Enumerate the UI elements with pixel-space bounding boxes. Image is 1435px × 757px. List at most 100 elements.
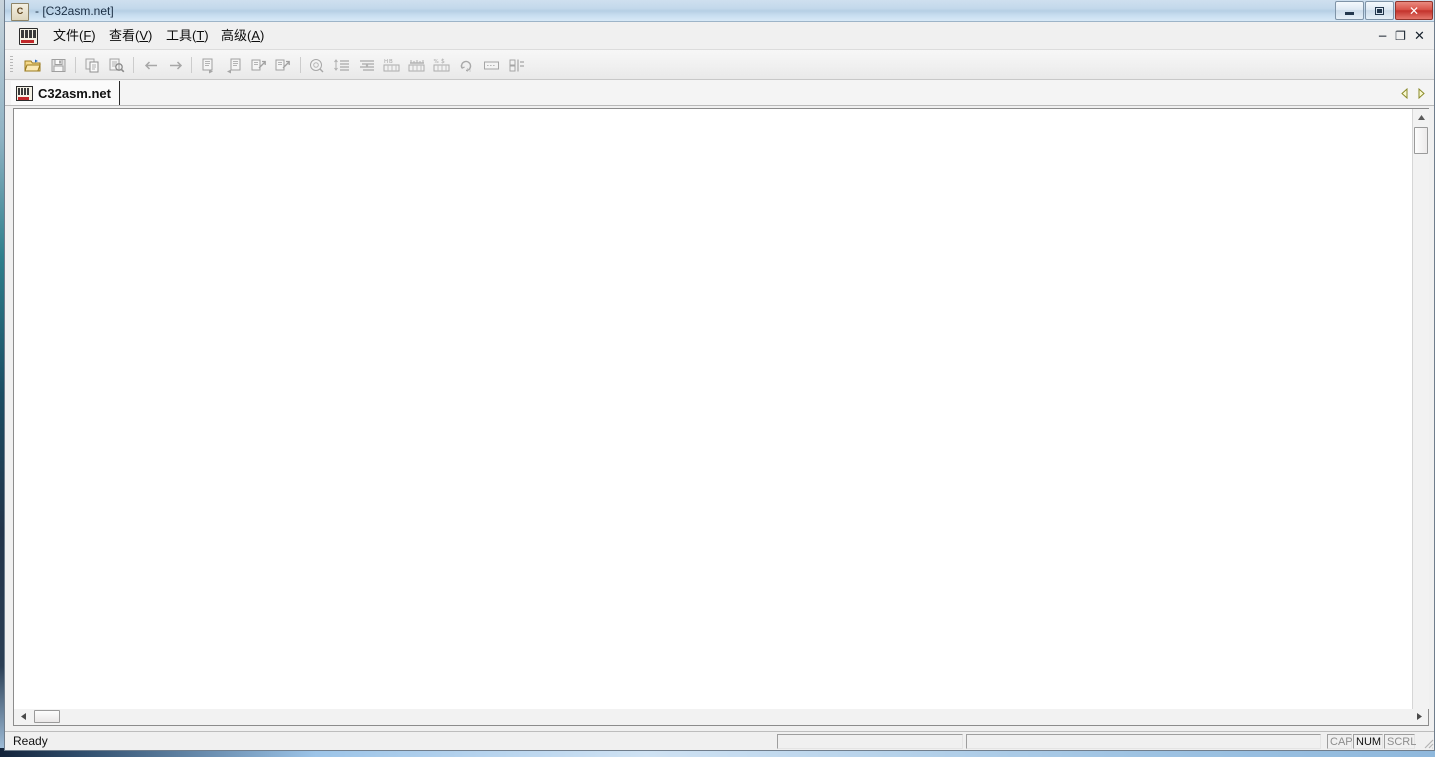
jump-to-icon (251, 59, 266, 70)
svg-text:H: H (467, 68, 471, 74)
menu-file-tail: ) (91, 28, 96, 43)
window-minimize-button[interactable] (1335, 1, 1364, 20)
titlebar: C - [C32asm.net] ✕ (5, 0, 1434, 22)
toolbar-save-file-button[interactable] (47, 54, 70, 76)
search-icon (109, 58, 124, 72)
mdi-client-area (13, 108, 1429, 709)
status-panel-1 (777, 734, 963, 749)
copy-icon (85, 58, 98, 72)
app-icon: C (11, 3, 29, 21)
horizontal-scrollbar[interactable] (13, 709, 1429, 726)
comment-bar-icon (483, 61, 499, 69)
tab-strip: C32asm.net (5, 80, 1434, 106)
toolbar-jump-to-button[interactable] (247, 54, 270, 76)
menu-view-text: 查看( (109, 28, 140, 43)
toolbar-jump-back-button[interactable] (271, 54, 294, 76)
menu-view-tail: ) (148, 28, 153, 43)
scroll-up-button[interactable] (1413, 109, 1429, 126)
menu-tools[interactable]: 工具(T) (160, 26, 215, 46)
status-panel-2 (966, 734, 1321, 749)
step-into-icon (202, 58, 213, 73)
statusbar: Ready CAP NUM SCRL (5, 731, 1434, 750)
menu-view-accel: V (139, 28, 149, 43)
toolbar-columns-button[interactable] (505, 54, 528, 76)
window-restore-button[interactable] (1365, 1, 1394, 20)
toolbar-comment-bar-button[interactable] (480, 54, 503, 76)
tab-scroll-right-button[interactable] (1415, 86, 1427, 100)
string-table-icon: % $ (433, 58, 449, 71)
mdi-minimize-button[interactable]: − (1375, 29, 1390, 44)
align-list-icon (359, 59, 374, 71)
menu-advanced-accel: A (251, 28, 261, 43)
memory-map-icon (408, 59, 424, 71)
menu-tools-tail: ) (204, 28, 209, 43)
tab-scroll-left-button[interactable] (1398, 86, 1410, 100)
status-indicator-num: NUM (1353, 734, 1383, 749)
toolbar-string-table-button[interactable]: % $ (430, 54, 453, 76)
step-out-icon (226, 58, 240, 73)
toolbar: H B % $ H (5, 50, 1434, 80)
mdi-restore-button[interactable]: ❐ (1393, 29, 1408, 44)
save-file-icon (51, 58, 65, 72)
window-close-button[interactable]: ✕ (1395, 1, 1433, 20)
tab-c32asm-net[interactable]: C32asm.net (11, 81, 120, 105)
status-indicator-cap: CAP (1327, 734, 1353, 749)
toolbar-open-file-button[interactable] (21, 54, 44, 76)
toolbar-align-list-button[interactable] (355, 54, 378, 76)
analyze-icon (309, 58, 323, 72)
tab-label: C32asm.net (38, 85, 111, 101)
triangle-left-icon (20, 713, 26, 720)
loop-icon: H (459, 60, 471, 74)
chevron-right-icon (1418, 87, 1425, 99)
menu-view[interactable]: 查看(V) (103, 26, 158, 46)
open-file-icon (23, 59, 41, 71)
mdi-close-button[interactable]: ✕ (1412, 29, 1427, 44)
document-icon (19, 28, 38, 45)
toolbar-analyze-button[interactable] (305, 54, 328, 76)
back-arrow-icon (144, 60, 157, 70)
hex-table-icon: H B (383, 59, 399, 71)
scroll-left-button[interactable] (15, 709, 31, 724)
menu-tools-text: 工具( (166, 28, 197, 43)
resize-grip[interactable] (1421, 736, 1434, 749)
horizontal-scrollbar-thumb[interactable] (34, 710, 60, 723)
application-window: C - [C32asm.net] ✕ 文件(F) 查看(V) 工具(T) 高级(… (4, 0, 1435, 751)
status-indicator-scrl: SCRL (1384, 734, 1416, 749)
toolbar-loop-button[interactable]: H (455, 54, 478, 76)
toolbar-grip[interactable] (10, 56, 13, 74)
restore-icon (1366, 2, 1393, 19)
chevron-left-icon (1400, 87, 1407, 99)
vertical-scrollbar[interactable] (1412, 109, 1429, 709)
menu-advanced-text: 高级( (221, 28, 252, 43)
toolbar-search-button[interactable] (105, 54, 128, 76)
menu-file[interactable]: 文件(F) (47, 26, 102, 46)
toolbar-sort-list-button[interactable] (330, 54, 353, 76)
svg-text:H: H (384, 59, 388, 65)
svg-text:B: B (389, 59, 393, 65)
toolbar-hex-table-button[interactable]: H B (380, 54, 403, 76)
menubar: 文件(F) 查看(V) 工具(T) 高级(A) − ❐ ✕ (5, 22, 1434, 50)
forward-arrow-icon (169, 60, 182, 70)
menu-advanced[interactable]: 高级(A) (215, 26, 270, 46)
document-icon (16, 85, 33, 101)
vertical-scrollbar-thumb[interactable] (1414, 127, 1428, 154)
toolbar-forward-button[interactable] (164, 54, 187, 76)
document-surface[interactable] (14, 109, 1412, 709)
svg-text:$: $ (441, 58, 445, 65)
scroll-right-button[interactable] (1412, 709, 1426, 724)
toolbar-memory-map-button[interactable] (405, 54, 428, 76)
toolbar-step-out-button[interactable] (222, 54, 245, 76)
columns-icon (509, 59, 524, 71)
jump-back-icon (275, 59, 290, 70)
minimize-icon (1336, 2, 1363, 19)
status-message: Ready (13, 734, 48, 748)
triangle-right-icon (1416, 713, 1422, 720)
toolbar-copy-button[interactable] (81, 54, 104, 76)
sort-list-icon (333, 58, 349, 71)
triangle-up-icon (1417, 115, 1425, 120)
svg-text:%: % (433, 59, 438, 65)
toolbar-back-button[interactable] (140, 54, 163, 76)
toolbar-step-into-button[interactable] (197, 54, 220, 76)
close-icon: ✕ (1408, 3, 1420, 18)
window-title: - [C32asm.net] (35, 4, 114, 18)
